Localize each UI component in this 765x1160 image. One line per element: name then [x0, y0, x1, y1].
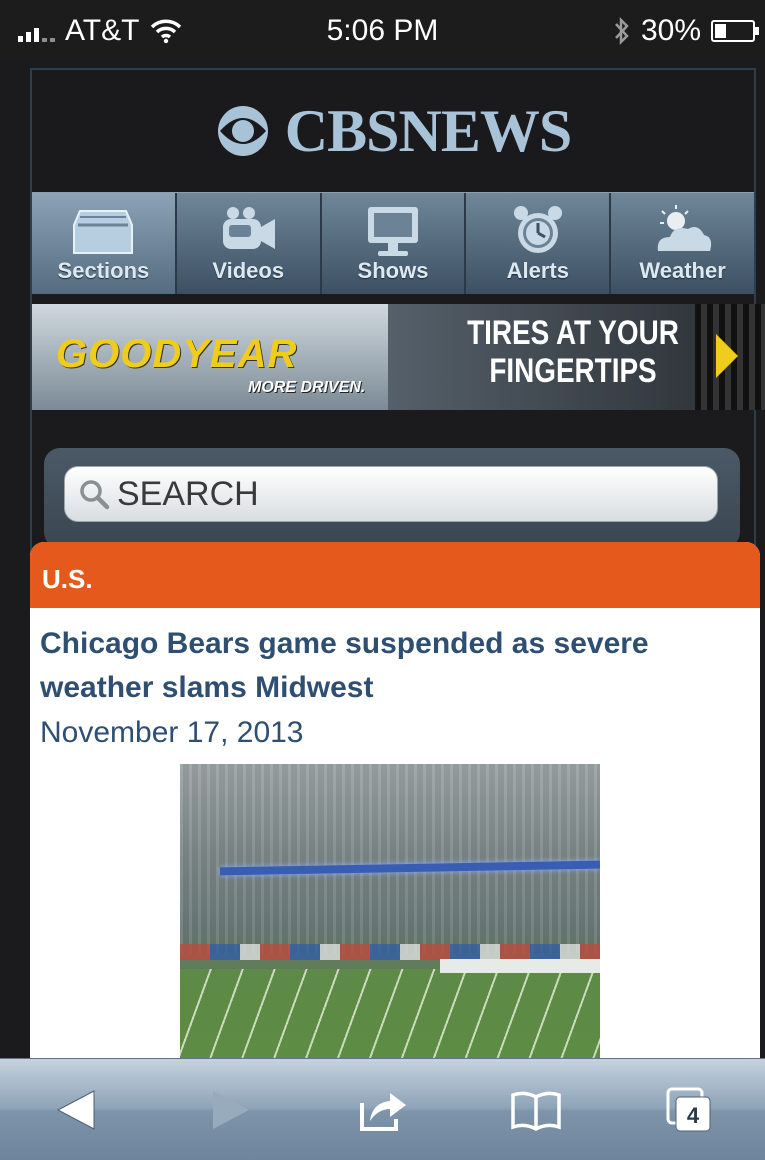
cbs-news-masthead[interactable]: CBSNEWS [32, 70, 754, 192]
article-photo[interactable] [180, 764, 600, 1058]
nav-sections[interactable]: Sections [32, 193, 177, 294]
web-page[interactable]: CBSNEWS Sections Videos Shows Alerts Wea… [0, 60, 765, 1058]
status-bar: AT&T 5:06 PM 30% [0, 0, 765, 60]
forward-button[interactable] [175, 1070, 285, 1150]
ad-tagline: MORE DRIVEN. [248, 379, 366, 396]
nav-label-sections: Sections [57, 258, 150, 283]
tabs-button[interactable]: 4 [634, 1070, 744, 1150]
alarm-clock-icon [513, 206, 562, 253]
nav-label-alerts: Alerts [506, 258, 569, 283]
tabs-icon: 4 [666, 1087, 710, 1131]
article-date: November 17, 2013 [40, 716, 304, 749]
article-card[interactable]: U.S. Chicago Bears game suspended as sev… [30, 542, 760, 1058]
photo-tarp [440, 959, 600, 973]
search-icon [80, 480, 110, 510]
nav-label-shows: Shows [357, 258, 429, 283]
ad-headline-line2: FINGERTIPS [489, 352, 657, 390]
photo-stands [180, 764, 600, 954]
bookmarks-button[interactable] [481, 1070, 591, 1150]
back-button[interactable] [22, 1070, 132, 1150]
bluetooth-icon [615, 16, 629, 46]
section-nav: Sections Videos Shows Alerts Weather [32, 192, 754, 294]
ad-headline: TIRES AT YOUR FINGERTIPS [446, 314, 700, 390]
search-placeholder: SEARCH [117, 474, 259, 513]
battery-icon [711, 20, 759, 42]
nav-weather[interactable]: Weather [611, 193, 754, 294]
search-container: SEARCH [44, 448, 740, 548]
search-input[interactable]: SEARCH [64, 466, 718, 522]
battery-percent: 30% [640, 14, 701, 47]
ad-brand-logo: GOODYEAR [56, 332, 298, 376]
cbs-news-logo-text: CBSNEWS [284, 97, 572, 164]
browser-toolbar: 4 [0, 1058, 765, 1160]
weather-cloud-icon [657, 205, 711, 251]
book-icon [510, 1091, 561, 1131]
section-header[interactable]: U.S. [30, 542, 760, 608]
photo-field [180, 969, 600, 1058]
cbs-eye-logo-icon [217, 106, 268, 156]
sections-icon [73, 210, 134, 254]
video-camera-icon [223, 207, 276, 249]
status-right: 30% [613, 14, 759, 48]
share-button[interactable] [328, 1070, 438, 1150]
back-arrow-icon [56, 1089, 94, 1130]
ad-arrow-icon [716, 334, 738, 378]
nav-label-videos: Videos [212, 258, 285, 283]
nav-shows[interactable]: Shows [322, 193, 467, 294]
goodyear-ad-banner[interactable]: GOODYEAR MORE DRIVEN. TIRES AT YOUR FING… [32, 304, 765, 410]
nav-label-weather: Weather [639, 258, 726, 283]
share-icon [359, 1092, 406, 1131]
tab-count: 4 [686, 1103, 699, 1128]
monitor-icon [367, 207, 418, 256]
nav-alerts[interactable]: Alerts [466, 193, 612, 294]
ad-headline-line1: TIRES AT YOUR [467, 314, 679, 352]
forward-arrow-icon [212, 1090, 249, 1129]
article-headline[interactable]: Chicago Bears game suspended as severe w… [30, 608, 760, 710]
photo-field-wall [180, 944, 600, 960]
nav-videos[interactable]: Videos [177, 193, 322, 294]
